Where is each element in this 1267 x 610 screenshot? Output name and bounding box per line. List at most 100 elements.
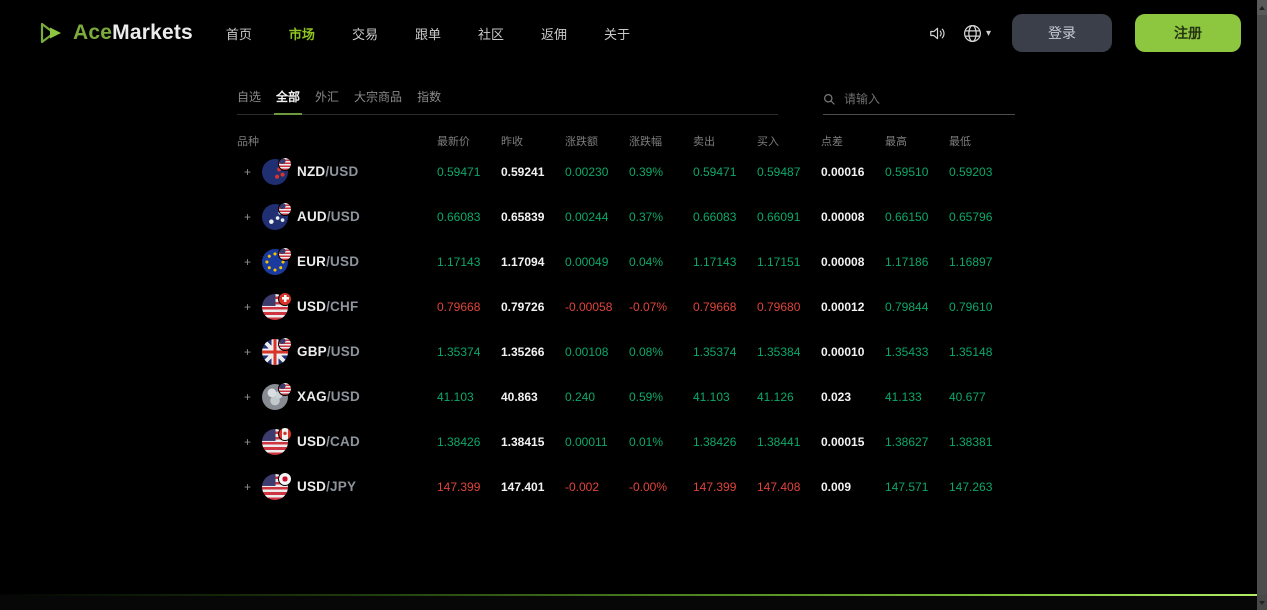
usd-flag-icon: [278, 382, 292, 396]
expand-row-button[interactable]: +: [244, 480, 253, 494]
nzd-flag-icon: [262, 159, 288, 185]
scrollbar-thumb[interactable]: [1257, 15, 1267, 595]
scroll-up-arrow-icon: [1259, 6, 1265, 10]
usd-flag-icon: [262, 474, 288, 500]
cell-prev_close: 147.401: [501, 480, 565, 494]
table-row-eurusd[interactable]: +EUR/USD1.171431.170940.000490.04%1.1714…: [237, 239, 1015, 284]
cell-change: 0.00244: [565, 210, 629, 224]
brand-logo-icon: [40, 21, 67, 45]
footer-gradient-divider: [0, 594, 1257, 596]
nav-item-about[interactable]: 关于: [604, 24, 630, 43]
instrument-cell: +USD/CAD: [237, 429, 437, 455]
cell-change: 0.240: [565, 390, 629, 404]
cell-change_pct: 0.08%: [629, 345, 693, 359]
cell-low: 1.35148: [949, 345, 1013, 359]
cell-buy: 1.38441: [757, 435, 821, 449]
cell-sell: 41.103: [693, 390, 757, 404]
cell-change: 0.00049: [565, 255, 629, 269]
nav-item-trade[interactable]: 交易: [352, 24, 378, 43]
cell-change_pct: 0.37%: [629, 210, 693, 224]
nav-item-market[interactable]: 市场: [289, 24, 315, 43]
language-selector[interactable]: ▾: [962, 23, 991, 44]
scrollbar-down-button[interactable]: [1257, 595, 1267, 610]
cell-spread: 0.00012: [821, 300, 885, 314]
scrollbar[interactable]: [1257, 0, 1267, 610]
cell-spread: 0.00008: [821, 210, 885, 224]
sound-toggle[interactable]: [928, 24, 947, 43]
cell-change: 0.00230: [565, 165, 629, 179]
expand-row-button[interactable]: +: [244, 255, 253, 269]
cell-spread: 0.00010: [821, 345, 885, 359]
nav-item-community[interactable]: 社区: [478, 24, 504, 43]
scroll-down-arrow-icon: [1259, 601, 1265, 605]
tab-all[interactable]: 全部: [276, 88, 300, 105]
table-row-usdchf[interactable]: +USD/CHF0.796680.79726-0.00058-0.07%0.79…: [237, 284, 1015, 329]
top-header: AceMarkets 首页 市场 交易 跟单 社区 返佣 关于 ▾: [0, 0, 1267, 66]
cell-buy: 0.79680: [757, 300, 821, 314]
instrument-cell: + XAG/USD: [237, 384, 437, 410]
table-row-usdjpy[interactable]: +USD/JPY147.399147.401-0.002-0.00%147.39…: [237, 464, 1015, 509]
tab-favorites[interactable]: 自选: [237, 88, 261, 105]
register-button[interactable]: 注册: [1135, 14, 1241, 52]
cell-high: 0.79844: [885, 300, 949, 314]
cell-sell: 0.66083: [693, 210, 757, 224]
usd-flag-icon: [278, 202, 292, 216]
expand-row-button[interactable]: +: [244, 210, 253, 224]
cell-high: 1.38627: [885, 435, 949, 449]
market-panel: 自选全部外汇大宗商品指数 品种最新价昨收涨跌额涨跌幅卖出买入点差最高最低 +NZ…: [237, 88, 1015, 509]
cell-change_pct: 0.04%: [629, 255, 693, 269]
expand-row-button[interactable]: +: [244, 345, 253, 359]
column-header-1: 最新价: [437, 133, 501, 149]
scrollbar-up-button[interactable]: [1257, 0, 1267, 15]
jpy-flag-icon: [278, 472, 292, 486]
instrument-symbol: XAG/USD: [297, 389, 360, 404]
instrument-symbol: USD/CHF: [297, 299, 358, 314]
cell-last: 0.66083: [437, 210, 501, 224]
table-row-gbpusd[interactable]: +GBP/USD1.353741.352660.001080.08%1.3537…: [237, 329, 1015, 374]
search-input[interactable]: [842, 91, 996, 107]
nav-item-rebate[interactable]: 返佣: [541, 24, 567, 43]
expand-row-button[interactable]: +: [244, 390, 253, 404]
table-row-audusd[interactable]: +AUD/USD0.660830.658390.002440.37%0.6608…: [237, 194, 1015, 239]
cell-prev_close: 0.65839: [501, 210, 565, 224]
cell-change: -0.002: [565, 480, 629, 494]
cell-buy: 1.35384: [757, 345, 821, 359]
tab-forex[interactable]: 外汇: [315, 88, 339, 105]
cell-high: 1.35433: [885, 345, 949, 359]
cell-last: 0.59471: [437, 165, 501, 179]
nav-item-home[interactable]: 首页: [226, 24, 252, 43]
cell-prev_close: 40.863: [501, 390, 565, 404]
cell-last: 147.399: [437, 480, 501, 494]
cell-prev_close: 0.59241: [501, 165, 565, 179]
column-header-0: 品种: [237, 133, 437, 149]
column-header-3: 涨跌额: [565, 133, 629, 149]
table-row-usdcad[interactable]: +USD/CAD1.384261.384150.000110.01%1.3842…: [237, 419, 1015, 464]
instrument-cell: +USD/JPY: [237, 474, 437, 500]
expand-row-button[interactable]: +: [244, 435, 253, 449]
cell-sell: 0.59471: [693, 165, 757, 179]
cell-buy: 0.66091: [757, 210, 821, 224]
xag-flag-icon: [262, 384, 288, 410]
expand-row-button[interactable]: +: [244, 300, 253, 314]
brand-logo[interactable]: AceMarkets: [40, 21, 193, 45]
cell-spread: 0.023: [821, 390, 885, 404]
table-row-xagusd[interactable]: +XAG/USD41.10340.8630.2400.59%41.10341.1…: [237, 374, 1015, 419]
cell-low: 0.79610: [949, 300, 1013, 314]
instrument-cell: + USD/CHF: [237, 294, 437, 320]
speaker-icon: [928, 24, 947, 43]
login-button[interactable]: 登录: [1012, 14, 1112, 52]
expand-row-button[interactable]: +: [244, 165, 253, 179]
column-header-5: 卖出: [693, 133, 757, 149]
cell-last: 41.103: [437, 390, 501, 404]
instrument-symbol: GBP/USD: [297, 344, 360, 359]
search-box[interactable]: [823, 91, 1015, 115]
market-toolbar: 自选全部外汇大宗商品指数: [237, 88, 1015, 115]
cell-high: 147.571: [885, 480, 949, 494]
cell-buy: 1.17151: [757, 255, 821, 269]
table-row-nzdusd[interactable]: +NZD/USD0.594710.592410.002300.39%0.5947…: [237, 149, 1015, 194]
tab-commodities[interactable]: 大宗商品: [354, 88, 402, 105]
tab-indices[interactable]: 指数: [417, 88, 441, 105]
brand-name-primary: Ace: [73, 21, 112, 44]
instrument-symbol: EUR/USD: [297, 254, 359, 269]
nav-item-copy-trading[interactable]: 跟单: [415, 24, 441, 43]
